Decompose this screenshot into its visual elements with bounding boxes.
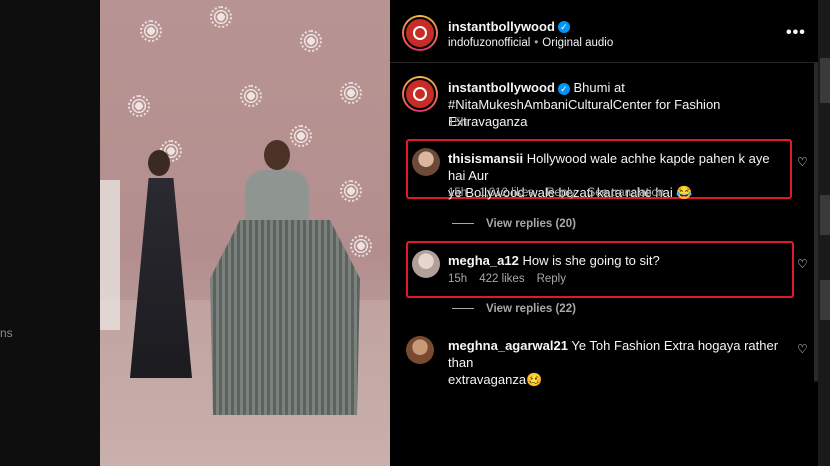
background-strip xyxy=(820,280,830,320)
audio-line: indofuzonofficial • Original audio xyxy=(448,37,613,49)
audio-user[interactable]: indofuzonofficial xyxy=(448,37,530,49)
person-figure xyxy=(100,180,120,330)
backdrop-logo xyxy=(128,95,150,117)
separator-dot: • xyxy=(534,37,539,49)
replies-line xyxy=(452,308,474,310)
see-translation-button[interactable]: See translation xyxy=(588,187,665,199)
heart-icon[interactable]: ♡ xyxy=(797,342,808,356)
background-strip xyxy=(820,58,830,103)
more-options-icon[interactable]: ••• xyxy=(786,24,806,42)
audio-label[interactable]: Original audio xyxy=(542,37,613,49)
background-page-right xyxy=(818,0,830,466)
view-replies-button[interactable]: View replies (22) xyxy=(452,303,576,315)
backdrop-logo xyxy=(140,20,162,42)
view-replies-label: View replies (20) xyxy=(486,218,576,230)
reply-button[interactable]: Reply xyxy=(546,187,575,199)
comment-meta: 15h 422 likes Reply xyxy=(448,273,578,285)
view-replies-label: View replies (22) xyxy=(486,303,576,315)
verified-badge-icon: ✓ xyxy=(557,82,570,95)
comment-username[interactable]: meghna_agarwal21 xyxy=(448,338,568,353)
backdrop-logo xyxy=(300,30,322,52)
post-header: instantbollywood ✓ xyxy=(448,18,570,36)
author-avatar[interactable] xyxy=(402,15,438,51)
comment-username[interactable]: thisismansii xyxy=(448,151,523,166)
comment-item: meghna_agarwal21 Ye Toh Fashion Extra ho… xyxy=(448,337,788,388)
commenter-avatar[interactable] xyxy=(412,250,440,278)
comment-time: 15h xyxy=(448,187,468,199)
comment-text-line1: How is she going to sit? xyxy=(522,253,660,268)
view-replies-button[interactable]: View replies (20) xyxy=(452,218,576,230)
comment-meta: 15h 1,012 likes Reply See translation xyxy=(448,187,676,199)
comment-likes[interactable]: 422 likes xyxy=(479,273,524,285)
post-video[interactable] xyxy=(100,0,390,466)
caption-username[interactable]: instantbollywood xyxy=(448,80,555,95)
person-figure xyxy=(122,150,200,380)
backdrop-logo xyxy=(210,6,232,28)
post-details-panel: instantbollywood ✓ indofuzonofficial • Orig… xyxy=(390,0,818,466)
author-username[interactable]: instantbollywood xyxy=(448,19,555,34)
commenter-avatar[interactable] xyxy=(406,336,434,364)
heart-icon[interactable]: ♡ xyxy=(797,155,808,169)
background-text: ns xyxy=(0,326,13,340)
backdrop-logo xyxy=(240,85,262,107)
caption-avatar[interactable] xyxy=(402,76,438,112)
reply-button[interactable]: Reply xyxy=(537,273,566,285)
comment-username[interactable]: megha_a12 xyxy=(448,253,519,268)
comment-time: 15h xyxy=(448,273,468,285)
replies-line xyxy=(452,223,474,225)
comment-likes[interactable]: 1,012 likes xyxy=(479,187,534,199)
caption: instantbollywood ✓ Bhumi at #NitaMukeshAm… xyxy=(448,79,798,130)
commenter-avatar[interactable] xyxy=(412,148,440,176)
header-divider xyxy=(390,62,818,63)
caption-time: 15h xyxy=(448,117,468,129)
background-strip xyxy=(820,195,830,235)
heart-icon[interactable]: ♡ xyxy=(797,257,808,271)
caption-text-line2: #NitaMukeshAmbaniCulturalCenter for Fash… xyxy=(448,97,721,129)
backdrop-logo xyxy=(340,82,362,104)
highlight-box xyxy=(406,241,794,298)
comment-item: megha_a12 How is she going to sit? xyxy=(448,252,788,269)
comment-text-line2: extravaganza🥴 xyxy=(448,372,543,387)
verified-badge-icon: ✓ xyxy=(557,20,570,33)
background-page: ns xyxy=(0,0,100,466)
person-figure xyxy=(210,140,360,415)
caption-text-line1: Bhumi at xyxy=(573,80,625,95)
